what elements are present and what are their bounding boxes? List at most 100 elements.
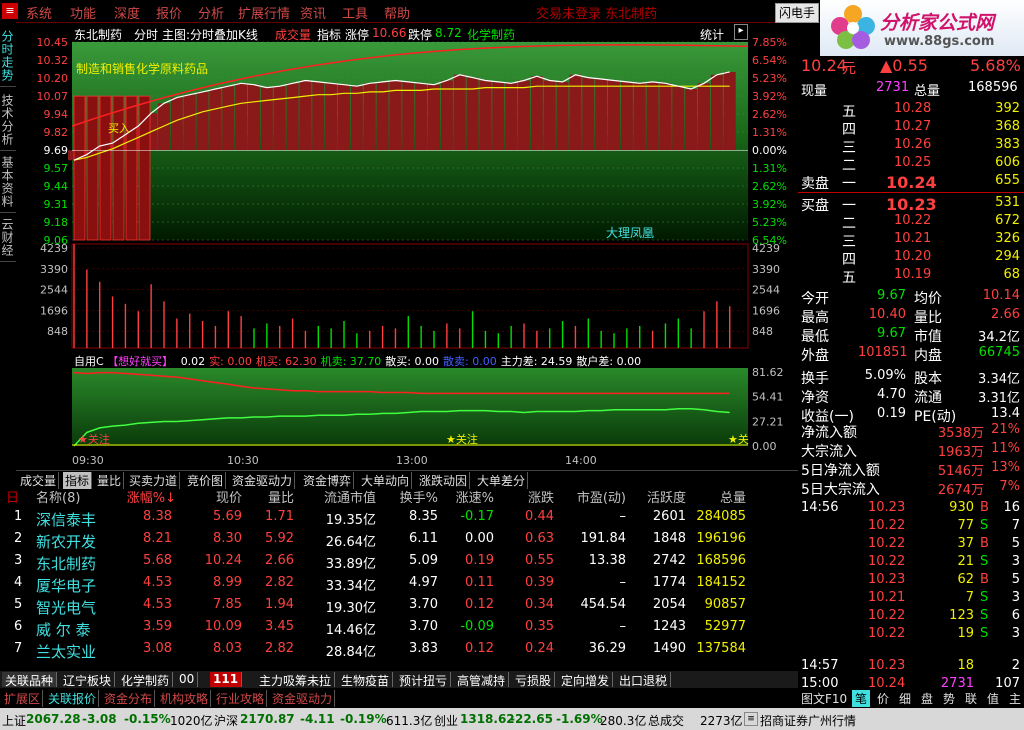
stock-group-tab[interactable]: 预计扭亏 — [396, 672, 452, 688]
extension-tab[interactable]: 机构攻略 — [158, 690, 212, 707]
table-row[interactable]: 2 新农开发 8.21 8.30 5.92 26.64亿 6.11 0.00 0.63 191.8… — [0, 531, 798, 553]
extension-tab[interactable]: 资金分布 — [102, 690, 156, 707]
menu-system[interactable]: 系统 — [26, 3, 52, 22]
menu-quote[interactable]: 报价 — [156, 3, 182, 22]
menu-tools[interactable]: 工具 — [342, 3, 368, 22]
table-row[interactable]: 7 兰太实业 3.08 8.03 2.82 28.84亿 3.83 0.12 0.24 36.29… — [0, 641, 798, 663]
menu-help[interactable]: 帮助 — [384, 3, 410, 22]
stat-label: 最低 — [801, 329, 829, 345]
row-index: 3 — [14, 553, 23, 568]
indicator-value: 散买: 0.00 — [385, 355, 439, 368]
row-activity: 2601 — [652, 509, 686, 524]
menu-depth[interactable]: 深度 — [114, 3, 140, 22]
detail-tab[interactable]: 联 — [962, 690, 980, 707]
stat-label-2: 内盘 — [914, 348, 942, 364]
extension-tab[interactable]: 资金驱动力 — [270, 690, 336, 707]
detail-tab[interactable]: 细 — [896, 690, 914, 707]
tick-price: 10.22 — [868, 608, 906, 623]
tick-count: 3 — [1011, 590, 1020, 605]
stock-group-tab[interactable]: 主力吸筹未拉 — [256, 672, 336, 688]
stat-label-2: 流通 — [914, 390, 942, 406]
stat-value-2: 34.2亿 — [978, 330, 1020, 345]
detail-tab[interactable]: 势 — [940, 690, 958, 707]
detail-tab[interactable]: 主 — [1006, 690, 1024, 707]
header-vol-ratio[interactable]: 量比 — [248, 487, 294, 506]
tab-intraday[interactable]: 分时走势 — [0, 26, 16, 87]
extension-tab[interactable]: 扩展区 — [2, 690, 44, 707]
header-price[interactable]: 现价 — [180, 487, 242, 506]
status-flag-icon[interactable]: ≡ — [744, 712, 758, 726]
stock-group-tab[interactable]: 出口退税 — [616, 672, 672, 688]
header-name[interactable]: 名称(8) — [36, 487, 80, 506]
table-row[interactable]: 6 威 尔 泰 3.59 10.09 3.45 14.46亿 3.70 -0.09 0.35 – 1… — [0, 619, 798, 641]
menu-analysis[interactable]: 分析 — [198, 3, 224, 22]
ask-level: 四 — [842, 122, 856, 138]
row-turnover: 3.83 — [409, 641, 438, 656]
menu-news[interactable]: 资讯 — [300, 3, 326, 22]
stock-group-tab[interactable]: 111 — [210, 672, 243, 687]
stock-group-tab[interactable]: 亏损股 — [512, 672, 556, 688]
tick-count: 2 — [1011, 658, 1020, 673]
indicator-name[interactable]: 自用C — [74, 355, 104, 368]
detail-tab[interactable]: 盘 — [918, 690, 936, 707]
extension-tab[interactable]: 行业攻略 — [214, 690, 268, 707]
price-axis-label: 9.94 — [44, 108, 69, 121]
flash-trade-button[interactable]: 闪电手 — [775, 3, 819, 23]
tick-count: 3 — [1011, 554, 1020, 569]
app-icon[interactable]: ≡ — [2, 3, 18, 19]
f10-button[interactable]: 图文F10 — [801, 690, 847, 707]
tab-fundamentals[interactable]: 基本资料 — [0, 152, 16, 213]
region-label: 大理凤凰 — [606, 226, 654, 240]
ask-volume: 655 — [995, 173, 1020, 188]
row-index: 4 — [14, 575, 23, 590]
row-turnover: 3.70 — [409, 619, 438, 634]
header-change[interactable]: 涨跌 — [500, 487, 554, 506]
table-row[interactable]: 4 厦华电子 4.53 8.99 2.82 33.34亿 4.97 0.11 0.39 – 1774… — [0, 575, 798, 597]
row-change: 0.55 — [525, 553, 554, 568]
header-pe[interactable]: 市盈(动) — [556, 487, 626, 506]
header-activity[interactable]: 活跃度 — [630, 487, 686, 506]
stock-group-tab[interactable]: 定向增发 — [558, 672, 614, 688]
bid-label: 买盘 — [801, 198, 829, 214]
header-turnover[interactable]: 换手% — [380, 487, 438, 506]
tick-count: 5 — [1011, 572, 1020, 587]
sz-index-pct: -0.19% — [340, 712, 387, 726]
stock-group-tab[interactable]: 辽宁板块 — [60, 672, 116, 688]
detail-tab[interactable]: 价 — [874, 690, 892, 707]
detail-tab[interactable]: 笔 — [852, 690, 871, 707]
time-axis-label: 10:30 — [227, 454, 259, 467]
table-row[interactable]: 5 智光电气 4.53 7.85 1.94 19.30亿 3.70 0.12 0.34 454.5… — [0, 597, 798, 619]
intraday-chart[interactable]: 10.45 10.32 10.20 10.07 9.94 9.82 9.69 9.57 9.44… — [16, 22, 798, 472]
stat-value: 9.67 — [877, 326, 906, 341]
extension-tab[interactable]: 关联报价 — [46, 690, 100, 707]
stock-group-tab[interactable]: 化学制药 — [118, 672, 174, 688]
stock-group-tab[interactable]: 生物疫苗 — [338, 672, 394, 688]
header-float-mv[interactable]: 流通市值 — [296, 487, 376, 506]
menu-ext-quote[interactable]: 扩展行情 — [238, 3, 290, 22]
stock-group-tab[interactable]: 关联品种 — [2, 672, 58, 688]
detail-tab[interactable]: 值 — [984, 690, 1002, 707]
flow-value: 2674万 — [937, 483, 984, 498]
header-volume[interactable]: 总量 — [690, 487, 746, 506]
menu-function[interactable]: 功能 — [70, 3, 96, 22]
row-vol-ratio: 2.82 — [265, 641, 294, 656]
indicator-axis-label: 81.62 — [752, 366, 784, 379]
indicator-value: 散卖: 0.00 — [443, 355, 497, 368]
bid-price: 10.23 — [886, 195, 937, 214]
stat-label-2: 股本 — [914, 371, 942, 387]
open-column — [112, 95, 125, 241]
tab-cloud-finance[interactable]: 云财经 — [0, 214, 16, 262]
tick-count: 7 — [1011, 518, 1020, 533]
header-speed[interactable]: 涨速% — [440, 487, 494, 506]
tick-volume: 19 — [957, 626, 974, 641]
bid-price: 10.19 — [894, 267, 932, 282]
header-change-pct[interactable]: 涨幅%↓ — [116, 487, 176, 506]
tab-technical[interactable]: 技术分析 — [0, 90, 16, 151]
table-row[interactable]: 3 东北制药 5.68 10.24 2.66 33.89亿 5.09 0.19 0.55 13.3… — [0, 553, 798, 575]
stock-group-tab[interactable]: 高管减持 — [454, 672, 510, 688]
tick-side: B — [980, 572, 989, 587]
table-row[interactable]: 1 深信泰丰 8.38 5.69 1.71 19.35亿 8.35 -0.17 0.44 – 260… — [0, 509, 798, 531]
stock-group-tab[interactable]: 00 — [176, 672, 199, 687]
open-column — [125, 95, 138, 241]
tick-volume: 62 — [957, 572, 974, 587]
